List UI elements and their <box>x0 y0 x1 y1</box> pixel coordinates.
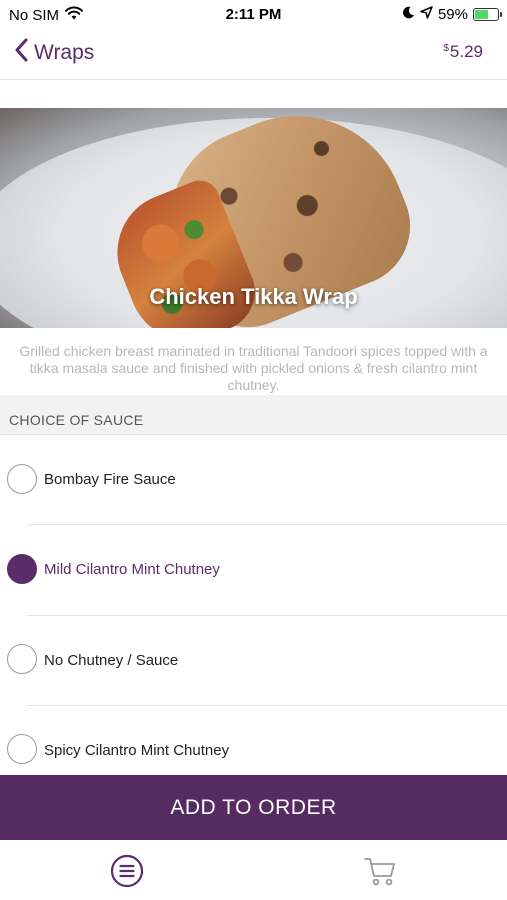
battery-level-fill <box>475 10 488 19</box>
back-label: Wraps <box>34 41 95 64</box>
sauce-option-bombay-fire[interactable]: Bombay Fire Sauce <box>0 435 507 525</box>
sauce-option-no-chutney[interactable]: No Chutney / Sauce <box>0 616 507 706</box>
option-label: Mild Cilantro Mint Chutney <box>44 561 220 578</box>
item-description: Grilled chicken breast marinated in trad… <box>19 343 488 393</box>
radio-button-selected[interactable] <box>7 554 37 584</box>
nav-bar: Wraps $5.29 <box>0 30 507 80</box>
item-title: Chicken Tikka Wrap <box>149 284 358 309</box>
menu-list-icon[interactable] <box>110 854 144 888</box>
status-bar: No SIM 2:11 PM 59% <box>0 0 507 30</box>
option-label: No Chutney / Sauce <box>44 652 179 669</box>
radio-button[interactable] <box>7 734 37 764</box>
chevron-left-icon <box>14 38 28 68</box>
sauce-section-header: CHOICE OF SAUCE <box>0 395 507 435</box>
back-button[interactable]: Wraps <box>14 38 94 68</box>
price-value: 5.29 <box>449 42 483 61</box>
radio-button[interactable] <box>7 644 37 674</box>
add-to-order-button[interactable]: ADD TO ORDER <box>0 775 507 840</box>
moon-icon <box>402 6 415 23</box>
battery-percent: 59% <box>437 6 468 23</box>
status-right: 59% <box>402 6 502 23</box>
cart-icon[interactable] <box>363 854 397 888</box>
radio-button[interactable] <box>7 464 37 494</box>
price-currency: $ <box>443 43 449 54</box>
item-hero-image: Chicken Tikka Wrap <box>0 108 507 328</box>
location-arrow-icon <box>420 6 433 23</box>
tab-bar <box>0 840 507 900</box>
option-label: Spicy Cilantro Mint Chutney <box>44 742 230 759</box>
sauce-option-mild-cilantro[interactable]: Mild Cilantro Mint Chutney <box>0 525 507 615</box>
battery-icon <box>473 8 502 21</box>
item-price: $5.29 <box>443 42 483 62</box>
option-label: Bombay Fire Sauce <box>44 471 176 488</box>
